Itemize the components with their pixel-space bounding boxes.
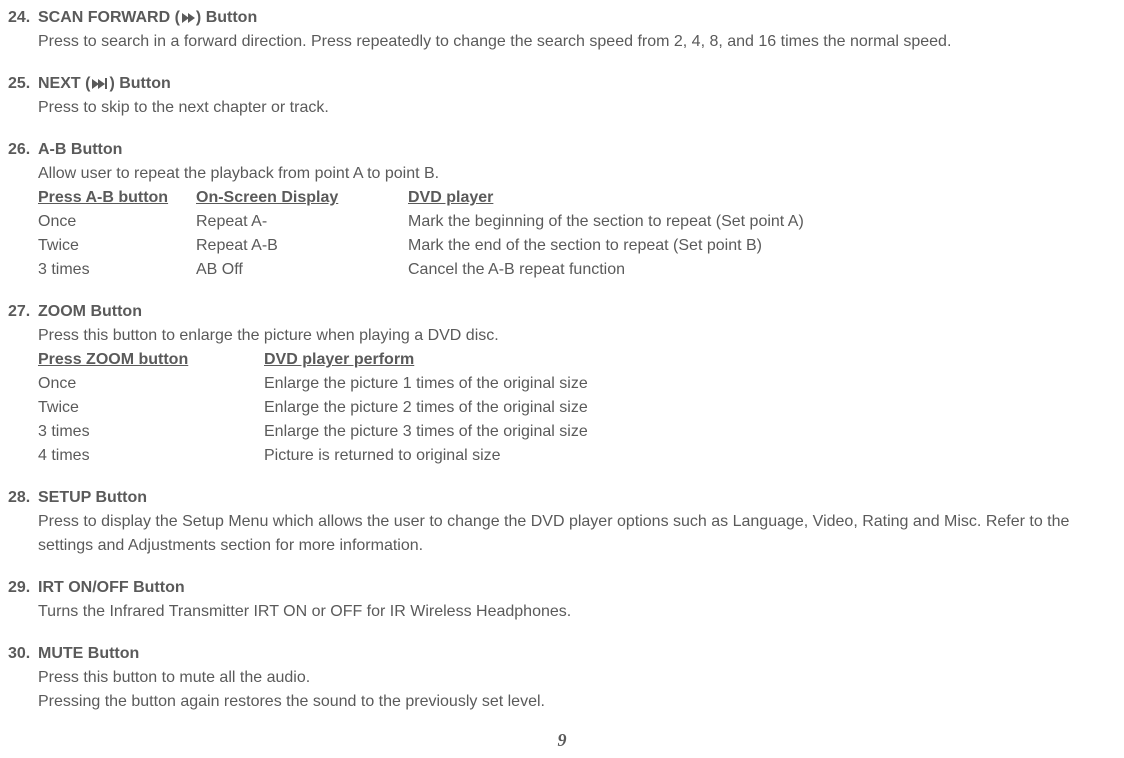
item-title: SETUP Button bbox=[38, 486, 147, 510]
item-header: 28. SETUP Button bbox=[8, 486, 1116, 510]
item-title: IRT ON/OFF Button bbox=[38, 576, 185, 600]
table-row: 4 times Picture is returned to original … bbox=[38, 444, 1116, 468]
next-icon bbox=[92, 72, 107, 96]
item-number: 24. bbox=[8, 6, 38, 30]
item-description-line: Press this button to mute all the audio. bbox=[38, 666, 1116, 690]
table-cell: Twice bbox=[38, 396, 264, 420]
item-number: 29. bbox=[8, 576, 38, 600]
table-header: DVD player bbox=[408, 186, 1116, 210]
table-row: 3 times AB Off Cancel the A-B repeat fun… bbox=[38, 258, 1116, 282]
title-pre: NEXT ( bbox=[38, 72, 90, 96]
manual-item: 25. NEXT ( ) Button Press to skip to the… bbox=[8, 72, 1116, 120]
item-description-line: Pressing the button again restores the s… bbox=[38, 690, 1116, 714]
item-description: Allow user to repeat the playback from p… bbox=[38, 162, 1116, 186]
item-number: 25. bbox=[8, 72, 38, 96]
table-row: Once Repeat A- Mark the beginning of the… bbox=[38, 210, 1116, 234]
table-row: Twice Enlarge the picture 2 times of the… bbox=[38, 396, 1116, 420]
item-title: A-B Button bbox=[38, 138, 122, 162]
item-header: 27. ZOOM Button bbox=[8, 300, 1116, 324]
item-number: 27. bbox=[8, 300, 38, 324]
item-title: NEXT ( ) Button bbox=[38, 72, 171, 96]
manual-item: 28. SETUP Button Press to display the Se… bbox=[8, 486, 1116, 558]
table-cell: Cancel the A-B repeat function bbox=[408, 258, 1116, 282]
item-description: Press this button to enlarge the picture… bbox=[38, 324, 1116, 348]
table-cell: Repeat A-B bbox=[196, 234, 408, 258]
table-row: Once Enlarge the picture 1 times of the … bbox=[38, 372, 1116, 396]
table-row: 3 times Enlarge the picture 3 times of t… bbox=[38, 420, 1116, 444]
manual-item: 29. IRT ON/OFF Button Turns the Infrared… bbox=[8, 576, 1116, 624]
table-cell: Once bbox=[38, 210, 196, 234]
table-cell: 3 times bbox=[38, 258, 196, 282]
item-title: ZOOM Button bbox=[38, 300, 142, 324]
item-number: 26. bbox=[8, 138, 38, 162]
table-cell: Repeat A- bbox=[196, 210, 408, 234]
table-cell: AB Off bbox=[196, 258, 408, 282]
table-cell: Enlarge the picture 3 times of the origi… bbox=[264, 420, 1116, 444]
item-body: Press this button to enlarge the picture… bbox=[8, 324, 1116, 468]
item-number: 30. bbox=[8, 642, 38, 666]
item-header: 24. SCAN FORWARD ( ) Button bbox=[8, 6, 1116, 30]
manual-item: 30. MUTE Button Press this button to mut… bbox=[8, 642, 1116, 714]
table-cell: Enlarge the picture 1 times of the origi… bbox=[264, 372, 1116, 396]
item-description: Press to skip to the next chapter or tra… bbox=[8, 96, 1116, 120]
item-title: SCAN FORWARD ( ) Button bbox=[38, 6, 257, 30]
table-header-row: Press ZOOM button DVD player perform bbox=[38, 348, 1116, 372]
table-cell: Enlarge the picture 2 times of the origi… bbox=[264, 396, 1116, 420]
table-row: Twice Repeat A-B Mark the end of the sec… bbox=[38, 234, 1116, 258]
table-cell: Mark the end of the section to repeat (S… bbox=[408, 234, 1116, 258]
table-cell: 3 times bbox=[38, 420, 264, 444]
manual-item: 27. ZOOM Button Press this button to enl… bbox=[8, 300, 1116, 468]
scan-forward-icon bbox=[182, 6, 194, 30]
table-cell: 4 times bbox=[38, 444, 264, 468]
item-body: Press this button to mute all the audio.… bbox=[8, 666, 1116, 714]
title-post: ) Button bbox=[196, 6, 257, 30]
title-pre: SCAN FORWARD ( bbox=[38, 6, 180, 30]
item-description: Press to display the Setup Menu which al… bbox=[8, 510, 1116, 558]
item-header: 29. IRT ON/OFF Button bbox=[8, 576, 1116, 600]
manual-item: 24. SCAN FORWARD ( ) Button Press to sea… bbox=[8, 6, 1116, 54]
table-header: Press A-B button bbox=[38, 186, 196, 210]
item-header: 30. MUTE Button bbox=[8, 642, 1116, 666]
item-body: Allow user to repeat the playback from p… bbox=[8, 162, 1116, 282]
page-number: 9 bbox=[0, 727, 1124, 754]
table-header-row: Press A-B button On-Screen Display DVD p… bbox=[38, 186, 1116, 210]
title-post: ) Button bbox=[109, 72, 170, 96]
table-header: On-Screen Display bbox=[196, 186, 408, 210]
item-title: MUTE Button bbox=[38, 642, 139, 666]
item-description: Press to search in a forward direction. … bbox=[8, 30, 1116, 54]
table-header: DVD player perform bbox=[264, 348, 1116, 372]
table-cell: Twice bbox=[38, 234, 196, 258]
table-header: Press ZOOM button bbox=[38, 348, 264, 372]
item-header: 26. A-B Button bbox=[8, 138, 1116, 162]
item-description: Turns the Infrared Transmitter IRT ON or… bbox=[8, 600, 1116, 624]
table-cell: Once bbox=[38, 372, 264, 396]
table-cell: Mark the beginning of the section to rep… bbox=[408, 210, 1116, 234]
item-number: 28. bbox=[8, 486, 38, 510]
table-cell: Picture is returned to original size bbox=[264, 444, 1116, 468]
manual-item: 26. A-B Button Allow user to repeat the … bbox=[8, 138, 1116, 282]
item-header: 25. NEXT ( ) Button bbox=[8, 72, 1116, 96]
